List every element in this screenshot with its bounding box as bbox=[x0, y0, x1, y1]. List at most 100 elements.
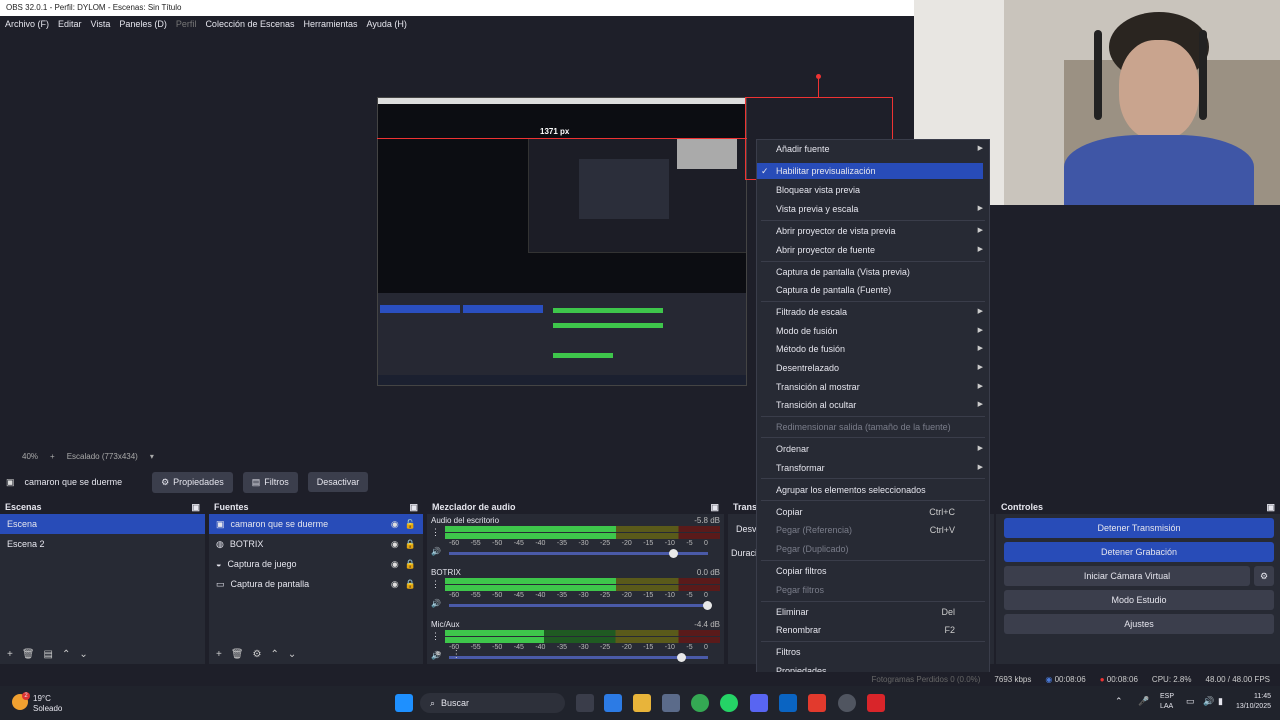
scene-item[interactable]: Escena 2 bbox=[0, 534, 205, 554]
deactivate-button[interactable]: Desactivar bbox=[307, 472, 369, 492]
whatsapp-icon[interactable] bbox=[720, 694, 738, 712]
filter-icon[interactable]: ▤ bbox=[44, 649, 53, 660]
language-code[interactable]: ESP bbox=[1160, 693, 1174, 700]
menu-open-source-projector[interactable]: Abrir proyector de fuente ▶ bbox=[776, 242, 983, 258]
eye-icon[interactable]: ◉ bbox=[391, 579, 399, 590]
menu-hide-transition[interactable]: Transición al ocultar ▶ bbox=[776, 397, 983, 413]
menu-editar[interactable]: Editar bbox=[58, 19, 82, 29]
volume-slider[interactable] bbox=[449, 549, 708, 558]
menu-delete[interactable]: Eliminar Del bbox=[776, 604, 983, 620]
menu-perfil[interactable]: Perfil bbox=[176, 19, 197, 29]
menu-blend-method[interactable]: Método de fusión ▶ bbox=[776, 341, 983, 357]
clock-date[interactable]: 13/10/2025 bbox=[1226, 703, 1271, 710]
virtual-cam-button[interactable]: Iniciar Cámara Virtual bbox=[1004, 566, 1250, 586]
menu-screenshot-source[interactable]: Captura de pantalla (Fuente) bbox=[776, 282, 983, 298]
menu-rename[interactable]: Renombrar F2 bbox=[776, 622, 983, 638]
eye-icon[interactable]: ◉ bbox=[391, 519, 399, 530]
menu-filters[interactable]: Filtros bbox=[776, 644, 983, 660]
filters-button[interactable]: ▤ Filtros bbox=[242, 471, 298, 493]
add-icon[interactable]: + bbox=[216, 649, 222, 660]
source-item[interactable]: ◒ Captura de juego ◉ 🔒 bbox=[209, 554, 423, 574]
link-icon[interactable]: ⚭ bbox=[434, 649, 442, 660]
menu-ayuda[interactable]: Ayuda (H) bbox=[367, 19, 407, 29]
tray-chevron-icon[interactable]: ⌃ bbox=[1115, 696, 1123, 707]
battery-icon[interactable]: ▮ bbox=[1218, 696, 1223, 707]
menu-blend-mode[interactable]: Modo de fusión ▶ bbox=[776, 323, 983, 339]
menu-vista[interactable]: Vista bbox=[91, 19, 111, 29]
speaker-icon[interactable]: 🔊 bbox=[431, 599, 445, 608]
undock-icon[interactable]: ▣ bbox=[710, 502, 719, 512]
menu-herramientas[interactable]: Herramientas bbox=[304, 19, 358, 29]
chrome-icon[interactable] bbox=[691, 694, 709, 712]
stop-record-button[interactable]: Detener Grabación bbox=[1004, 542, 1274, 562]
lock-icon[interactable]: 🔓 bbox=[405, 519, 416, 530]
store-icon[interactable] bbox=[662, 694, 680, 712]
brave-icon[interactable] bbox=[808, 694, 826, 712]
trash-icon[interactable]: 🗑 bbox=[22, 649, 35, 660]
volume-icon[interactable]: 🔊 bbox=[1203, 696, 1214, 707]
chevron-down-icon[interactable]: ▾ bbox=[150, 452, 154, 464]
volume-slider[interactable] bbox=[449, 601, 712, 610]
more-icon[interactable]: ⋮ bbox=[431, 579, 441, 590]
menu-scale-filter[interactable]: Filtrado de escala ▶ bbox=[776, 304, 983, 320]
menu-archivo[interactable]: Archivo (F) bbox=[5, 19, 49, 29]
menu-enable-preview[interactable]: ✓ Habilitar previsualización bbox=[757, 163, 983, 179]
outlook-icon[interactable] bbox=[779, 694, 797, 712]
more-icon[interactable]: ⋮ bbox=[431, 527, 441, 538]
menu-show-transition[interactable]: Transición al mostrar ▶ bbox=[776, 379, 983, 395]
copilot-icon[interactable] bbox=[604, 694, 622, 712]
trash-icon[interactable]: 🗑 bbox=[231, 649, 244, 660]
preview-canvas[interactable] bbox=[377, 97, 747, 386]
menu-group[interactable]: Agrupar los elementos seleccionados bbox=[776, 482, 983, 498]
settings-button[interactable]: Ajustes bbox=[1004, 614, 1274, 634]
add-icon[interactable]: + bbox=[7, 649, 13, 660]
network-icon[interactable]: ▭ bbox=[1186, 696, 1195, 707]
zoom-in-icon[interactable]: + bbox=[50, 452, 55, 464]
file-explorer-icon[interactable] bbox=[633, 694, 651, 712]
speaker-icon[interactable]: 🔊 bbox=[431, 547, 445, 556]
menu-screenshot-preview[interactable]: Captura de pantalla (Vista previa) bbox=[776, 264, 983, 280]
down-icon[interactable]: ⌄ bbox=[79, 649, 87, 660]
gear-icon[interactable]: ⚙ bbox=[1254, 566, 1274, 586]
undock-icon[interactable]: ▣ bbox=[1266, 502, 1275, 512]
source-item[interactable]: ▭ Captura de pantalla ◉ 🔒 bbox=[209, 574, 423, 594]
properties-button[interactable]: ⚙ Propiedades bbox=[152, 471, 233, 493]
eye-icon[interactable]: ◉ bbox=[391, 539, 399, 550]
more-icon[interactable]: ⋮ bbox=[431, 631, 441, 642]
windows-start-icon[interactable] bbox=[395, 694, 413, 712]
scene-item[interactable]: Escena bbox=[0, 514, 205, 534]
capcut-icon[interactable] bbox=[867, 694, 885, 712]
menu-copy[interactable]: Copiar Ctrl+C bbox=[776, 504, 983, 520]
menu-deinterlace[interactable]: Desentrelazado ▶ bbox=[776, 360, 983, 376]
menu-open-preview-projector[interactable]: Abrir proyector de vista previa ▶ bbox=[776, 223, 983, 239]
discord-icon[interactable] bbox=[750, 694, 768, 712]
lock-icon[interactable]: 🔒 bbox=[405, 579, 416, 590]
up-icon[interactable]: ⌃ bbox=[62, 649, 70, 660]
clock-time[interactable]: 11:45 bbox=[1235, 693, 1271, 700]
source-item[interactable]: ◍ BOTRIX ◉ 🔒 bbox=[209, 534, 423, 554]
more-icon[interactable]: ⋮ bbox=[451, 649, 461, 660]
menu-lock-preview[interactable]: Bloquear vista previa bbox=[776, 182, 983, 198]
menu-transform[interactable]: Transformar ▶ bbox=[776, 460, 983, 476]
menu-add-source[interactable]: Añadir fuente ▶ bbox=[776, 141, 983, 157]
zoom-level[interactable]: 40% bbox=[22, 452, 38, 464]
undock-icon[interactable]: ▣ bbox=[191, 502, 200, 512]
studio-mode-button[interactable]: Modo Estudio bbox=[1004, 590, 1274, 610]
menu-copy-filters[interactable]: Copiar filtros bbox=[776, 563, 983, 579]
up-icon[interactable]: ⌃ bbox=[271, 649, 279, 660]
mic-icon[interactable]: 🎤 bbox=[1138, 696, 1149, 707]
undock-icon[interactable]: ▣ bbox=[409, 502, 418, 512]
menu-coleccion[interactable]: Colección de Escenas bbox=[205, 19, 294, 29]
menu-order[interactable]: Ordenar ▶ bbox=[776, 441, 983, 457]
gear-icon[interactable]: ⚙ bbox=[253, 649, 262, 660]
task-view-icon[interactable] bbox=[576, 694, 594, 712]
taskbar-search[interactable]: ⌕ Buscar bbox=[420, 693, 565, 713]
lock-icon[interactable]: 🔒 bbox=[405, 559, 416, 570]
stop-stream-button[interactable]: Detener Transmisión bbox=[1004, 518, 1274, 538]
obs-icon[interactable] bbox=[838, 694, 856, 712]
lock-icon[interactable]: 🔒 bbox=[405, 539, 416, 550]
menu-paneles[interactable]: Paneles (D) bbox=[119, 19, 167, 29]
source-item[interactable]: ▣ camaron que se duerme ◉ 🔓 bbox=[209, 514, 423, 534]
eye-icon[interactable]: ◉ bbox=[391, 559, 399, 570]
menu-preview-scale[interactable]: Vista previa y escala ▶ bbox=[776, 201, 983, 217]
